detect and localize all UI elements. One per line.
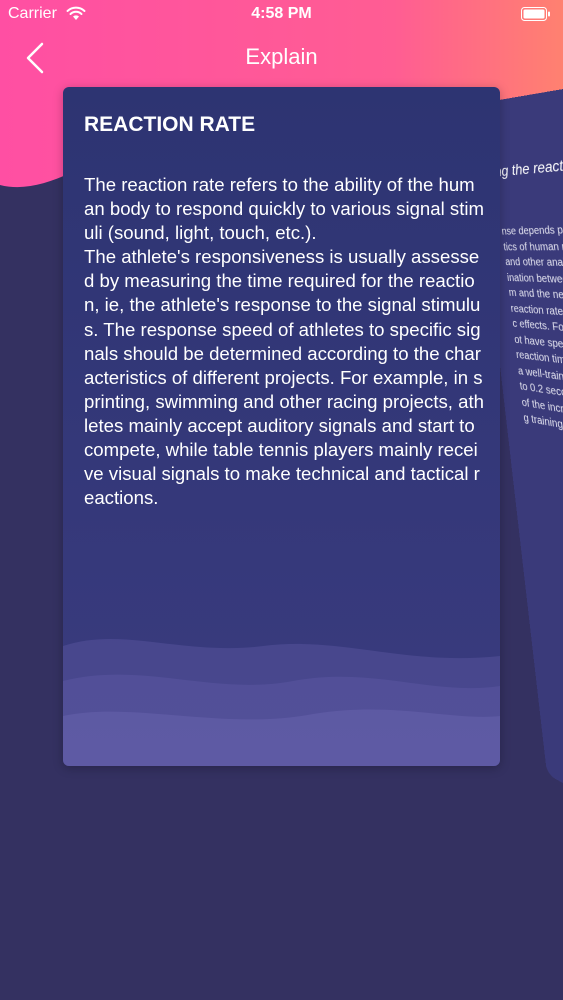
status-time: 4:58 PM bbox=[0, 5, 563, 23]
next-card-title: ng the reactio bbox=[494, 155, 563, 179]
explain-card: REACTION RATE The reaction rate refers t… bbox=[63, 87, 500, 766]
status-bar: Carrier 4:58 PM bbox=[0, 0, 563, 30]
next-card-text: nse depends pri tics of human re and oth… bbox=[501, 218, 563, 477]
next-card-line: g training is sma bbox=[523, 411, 563, 477]
card-body: The reaction rate refers to the ability … bbox=[84, 173, 484, 510]
next-card-line: nse depends pri bbox=[501, 218, 563, 241]
wave-decoration bbox=[63, 626, 500, 766]
next-card-line: tics of human re bbox=[503, 237, 563, 256]
battery-icon bbox=[521, 7, 551, 21]
card-title: REACTION RATE bbox=[84, 113, 255, 137]
card-paragraph: The reaction rate refers to the ability … bbox=[84, 173, 484, 245]
page-title: Explain bbox=[0, 44, 563, 70]
card-paragraph: The athlete's responsiveness is usually … bbox=[84, 245, 484, 510]
